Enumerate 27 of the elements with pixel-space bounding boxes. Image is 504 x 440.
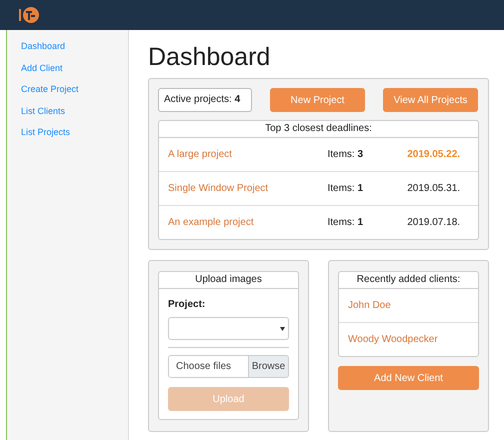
sidebar-link[interactable]: List Projects [7,126,70,148]
sidebar-link[interactable]: List Clients [7,104,66,126]
page-title: Dashboard [148,43,270,71]
action-button[interactable]: View All Projects [383,88,478,112]
project-link[interactable]: An example project [168,217,328,228]
deadline-date: 2019.07.18. [407,217,462,228]
caret-icon [280,326,285,330]
deadline-date: 2019.05.22. [407,149,462,160]
sidebar-link[interactable]: Dashboard [7,40,66,62]
client-link[interactable]: Woody Woodpecker [348,334,438,345]
card-header: Recently added clients: [339,272,478,289]
card-header: Top 3 closest deadlines: [159,121,478,138]
project-link[interactable]: A large project [168,149,328,160]
deadline-date: 2019.05.31. [407,183,462,194]
sidebar-link[interactable]: Add Client [7,62,63,83]
logo-icon[interactable] [18,5,40,25]
add-client-button[interactable]: Add New Client [338,366,479,390]
action-button[interactable]: New Project [270,88,365,112]
items-count: Items: 1 [327,183,364,194]
field-label: Project: [168,299,206,310]
items-count: Items: 3 [327,149,364,160]
project-link[interactable]: Single Window Project [168,183,328,194]
items-count: Items: 1 [327,217,364,228]
card-header: Upload images [159,272,298,289]
client-link[interactable]: John Doe [348,300,391,311]
active-projects-count: Active projects: 4 [158,88,252,112]
sidebar-link[interactable]: Create Project [7,83,79,104]
